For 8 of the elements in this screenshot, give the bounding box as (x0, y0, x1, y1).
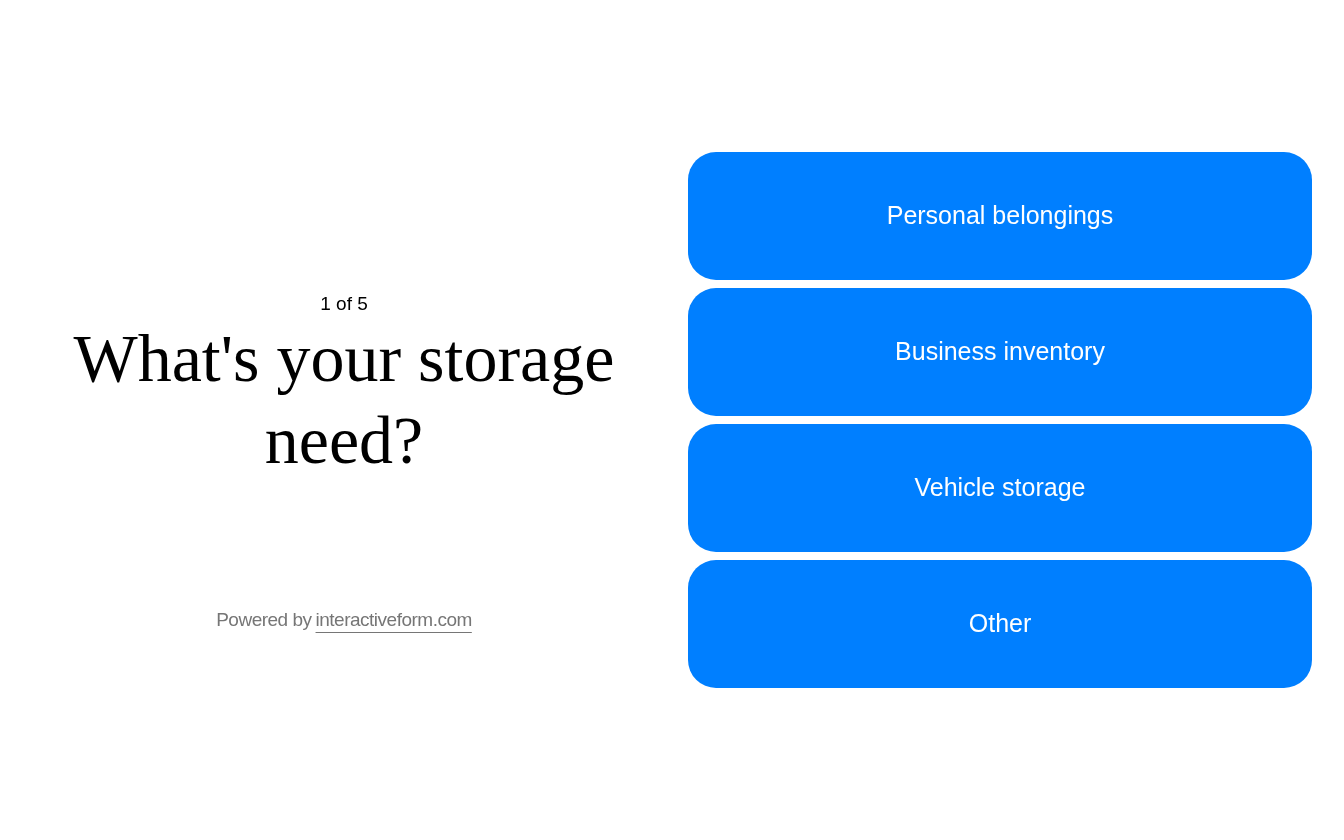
progress-counter: 1 of 5 (320, 291, 368, 316)
site-link[interactable]: interactiveform.com (315, 605, 472, 635)
option-button[interactable]: Vehicle storage (688, 424, 1312, 552)
option-button[interactable]: Personal belongings (688, 152, 1312, 280)
option-button[interactable]: Business inventory (688, 288, 1312, 416)
powered-by-text: Powered by (216, 607, 312, 632)
question-heading: What's your storage need? (72, 319, 616, 480)
option-button[interactable]: Other (688, 560, 1312, 688)
